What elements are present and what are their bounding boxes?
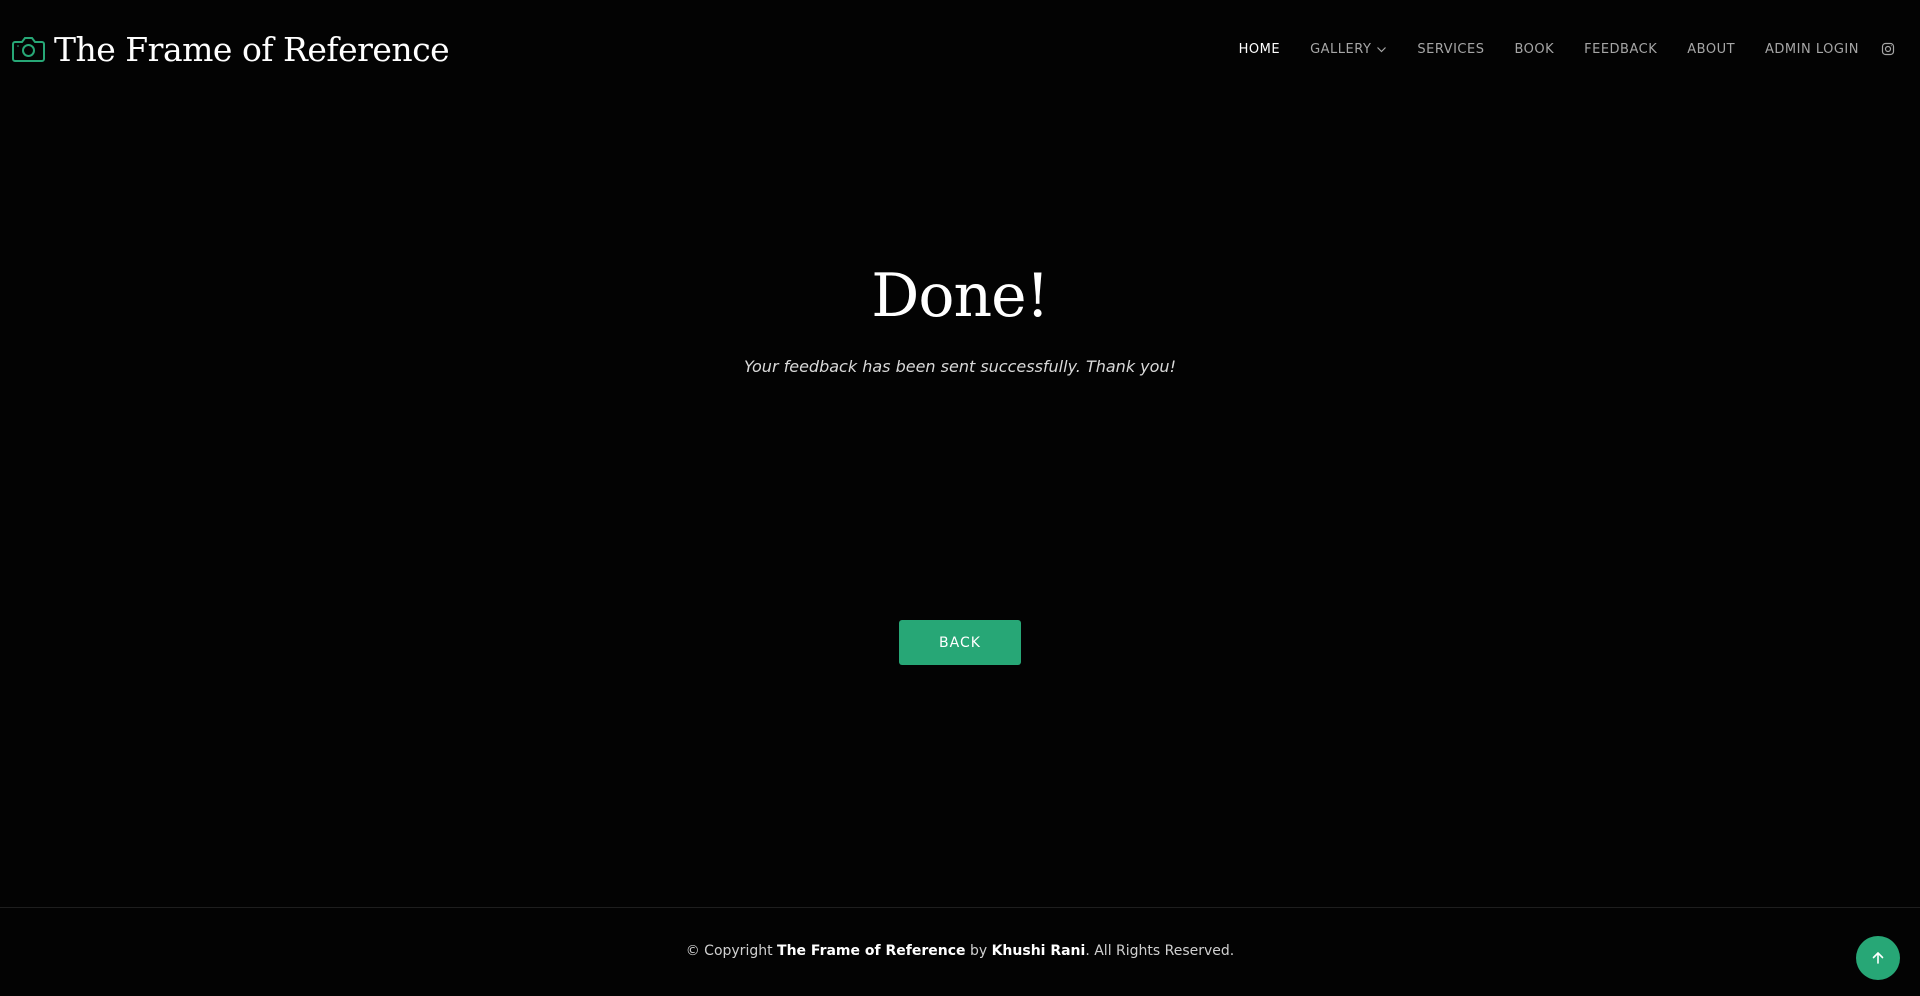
copyright-site-name: The Frame of Reference [777, 943, 966, 959]
success-message: Your feedback has been sent successfully… [744, 357, 1176, 376]
nav-item-admin-login[interactable]: ADMIN LOGIN [1765, 42, 1859, 57]
nav-item-about[interactable]: ABOUT [1687, 42, 1735, 57]
chevron-down-icon [1376, 44, 1387, 55]
copyright-suffix: . All Rights Reserved. [1085, 943, 1235, 959]
main-nav: HOME GALLERY SERVICES BOOK FEEDBACK ABOU… [1239, 38, 1895, 60]
scroll-to-top-button[interactable] [1856, 936, 1900, 980]
back-button[interactable]: BACK [899, 620, 1021, 665]
site-title: The Frame of Reference [54, 29, 450, 69]
copyright-by: by [965, 943, 992, 959]
site-header: The Frame of Reference HOME GALLERY SERV… [0, 0, 1920, 98]
site-footer: © Copyright The Frame of Reference by Kh… [0, 907, 1920, 996]
instagram-icon[interactable] [1881, 42, 1895, 56]
copyright-prefix: © Copyright [685, 943, 778, 959]
nav-item-services[interactable]: SERVICES [1417, 42, 1484, 57]
camera-icon [12, 35, 45, 63]
site-logo[interactable]: The Frame of Reference [12, 26, 450, 72]
nav-item-home[interactable]: HOME [1239, 42, 1280, 57]
page-title: Done! [871, 261, 1050, 331]
arrow-up-icon [1871, 951, 1885, 965]
nav-item-book[interactable]: BOOK [1514, 42, 1554, 57]
nav-item-feedback[interactable]: FEEDBACK [1584, 42, 1657, 57]
copyright-text: © Copyright The Frame of Reference by Kh… [0, 939, 1920, 963]
copyright-author: Khushi Rani [991, 943, 1086, 959]
nav-item-gallery-label: GALLERY [1310, 41, 1372, 57]
nav-item-gallery[interactable]: GALLERY [1310, 42, 1387, 57]
